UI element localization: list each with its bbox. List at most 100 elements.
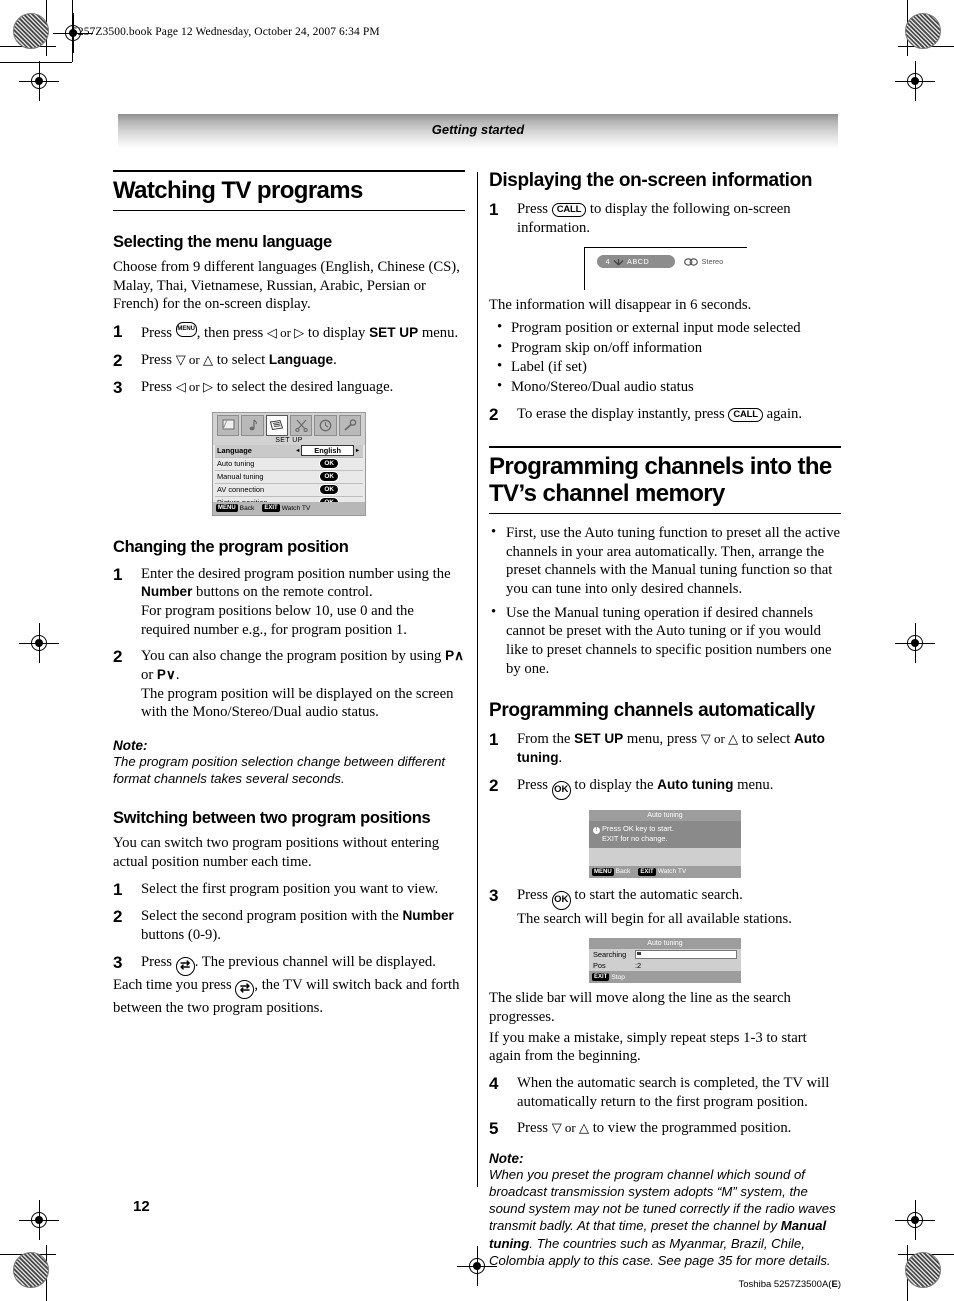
ok-key-icon: OK: [551, 890, 571, 910]
step-text-line2: The program position will be displayed o…: [141, 685, 454, 721]
step-text-bold: Number: [402, 908, 454, 924]
exit-tag: EXIT: [262, 504, 280, 513]
info-dot-icon: !: [593, 826, 600, 834]
antenna-icon: [613, 258, 624, 266]
stereo-icon: [683, 258, 698, 266]
osd-blank-area: [589, 848, 741, 866]
step-text-pre: Select the second program position with …: [141, 908, 403, 925]
step-text-pre: Press: [141, 351, 176, 368]
onscreen-after-text: The information will disappear in 6 seco…: [489, 297, 752, 314]
step-number: 3: [489, 885, 499, 905]
colophon-prefix: Toshiba 5257Z3500A(: [738, 1279, 832, 1290]
music-note-icon: [241, 414, 264, 436]
call-key-icon: CALL: [551, 203, 587, 217]
halftone-dot-top-left: [13, 13, 49, 49]
p-down-button-label: P∨: [156, 667, 176, 683]
ok-badge: OK: [319, 471, 339, 483]
auto-after-text-2: If you make a mistake, simply repeat ste…: [489, 1029, 807, 1065]
step-number: 1: [113, 321, 123, 341]
step-text-pre: Press: [517, 1120, 552, 1137]
osd-auto-footer: MENU Back EXIT Watch TV: [589, 865, 741, 878]
progress-bar: [635, 950, 737, 960]
intro-switching: You can switch two program positions wit…: [113, 835, 440, 871]
arrow-glyphs: ▽ or △: [700, 731, 739, 747]
osd-auto-title: Auto tuning: [589, 938, 741, 950]
step-text-mid: or: [141, 667, 157, 684]
registration-mark-right-mid: [895, 623, 935, 663]
colophon-suffix: ): [837, 1279, 841, 1290]
step-text-post: buttons on the remote control.: [192, 584, 373, 601]
step-number: 4: [489, 1074, 499, 1094]
osd-row-value: English: [301, 445, 354, 457]
step-text: Select the first program position you wa…: [141, 880, 439, 897]
step-text: You can also change the program position…: [141, 647, 465, 722]
registration-mark-left-upper: [19, 61, 59, 101]
step-number: 5: [489, 1119, 499, 1139]
osd-row-label: AV connection: [217, 485, 265, 495]
step-text-bold: SET UP: [369, 324, 419, 340]
step-number: 3: [113, 952, 123, 972]
right-column: Displaying the on-screen information 1 P…: [489, 170, 841, 1269]
step-text: Press OK to display the Auto tuning menu…: [517, 776, 841, 800]
osd-row-label: Language: [217, 446, 252, 456]
menu-tag: MENU: [592, 867, 614, 876]
step-number: 2: [489, 775, 499, 795]
registration-mark-left-mid: [19, 623, 59, 663]
osd-searching-row: Searching: [589, 949, 741, 960]
step-text-bold: Language: [268, 351, 334, 367]
heading-programming-automatically: Programming channels automatically: [489, 700, 815, 722]
step-change-2: 2 You can also change the program positi…: [113, 647, 465, 722]
step-number: 3: [113, 378, 123, 398]
arrow-glyphs: ▽ or △: [551, 1120, 590, 1136]
channel-number: 4: [605, 257, 611, 267]
step-number: 1: [113, 879, 123, 899]
osd-row-language: Language ◂ English ▸: [215, 444, 363, 458]
step-text-post: buttons (0-9).: [141, 926, 221, 943]
osd-icon-tabs: [213, 412, 365, 436]
note-2-body: When you preset the program channel whic…: [489, 1166, 841, 1269]
step-text: When the automatic search is completed, …: [517, 1075, 830, 1110]
stereo-status: Stereo: [683, 257, 724, 267]
step-text-mid: , then press: [196, 324, 267, 341]
step-text-mid: menu, press: [623, 731, 701, 748]
registration-mark-left-lower: [19, 1200, 59, 1240]
stereo-label: Stereo: [701, 257, 724, 267]
step-text: Press ▽ or △ to select Language.: [141, 351, 465, 371]
step-switch-1: 1 Select the first program position you …: [113, 880, 465, 900]
running-head-label: Getting started: [431, 122, 525, 137]
osd-channel-banner: 4 ABCD Stereo: [596, 255, 724, 269]
list-item: Program skip on/off information: [489, 338, 841, 358]
document-icon: [265, 414, 288, 436]
step-auto-3: 3 Press OK to start the automatic search…: [489, 886, 841, 929]
osd-row-label: Auto tuning: [217, 459, 255, 469]
step-text-post: .: [175, 667, 180, 684]
step-text-pre: You can also change the program position…: [141, 648, 446, 665]
osd-message-line2: EXIT for no change.: [602, 833, 668, 843]
arrow-glyphs: ◁ or ▷: [175, 379, 214, 395]
osd-setup-rows: Language ◂ English ▸ Auto tuning OK Manu…: [213, 444, 365, 510]
step-text: To erase the display instantly, press CA…: [517, 405, 841, 425]
step-number: 1: [489, 730, 499, 750]
step-auto-4: 4 When the automatic search is completed…: [489, 1074, 841, 1111]
osd-pos-row: Pos :2: [589, 960, 741, 971]
step-language-2: 2 Press ▽ or △ to select Language.: [113, 351, 465, 371]
swap-icon: ⇄: [175, 956, 195, 976]
step-text-pre: To erase the display instantly, press: [517, 405, 729, 422]
left-arrow-icon: ◂: [296, 448, 300, 455]
list-item: First, use the Auto tuning function to p…: [489, 523, 841, 599]
step-text-bold: Number: [141, 584, 193, 600]
step-language-1: 1 Press MENU, then press ◁ or ▷ to displ…: [113, 321, 465, 343]
right-arrow-icon: ▸: [355, 448, 359, 455]
p-up-button-label: P∧: [445, 648, 464, 664]
heading-displaying-onscreen-info: Displaying the on-screen information: [489, 170, 813, 191]
osd-row-av-connection: AV connection OK: [215, 484, 363, 497]
step-text-pre: Enter the desired program position numbe…: [141, 565, 451, 582]
osd-setup-footer: MENU Back EXIT Watch TV: [213, 501, 365, 515]
osd-row-manual-tuning: Manual tuning OK: [215, 471, 363, 484]
step-switch-3: 3 Press ⇄. The previous channel will be …: [113, 953, 465, 976]
page-number: 12: [133, 1198, 150, 1215]
step-text-tail: .: [333, 351, 337, 368]
step-auto-5: 5 Press ▽ or △ to view the programmed po…: [489, 1119, 841, 1139]
step-number: 1: [489, 200, 499, 219]
step-change-1: 1 Enter the desired program position num…: [113, 565, 465, 640]
